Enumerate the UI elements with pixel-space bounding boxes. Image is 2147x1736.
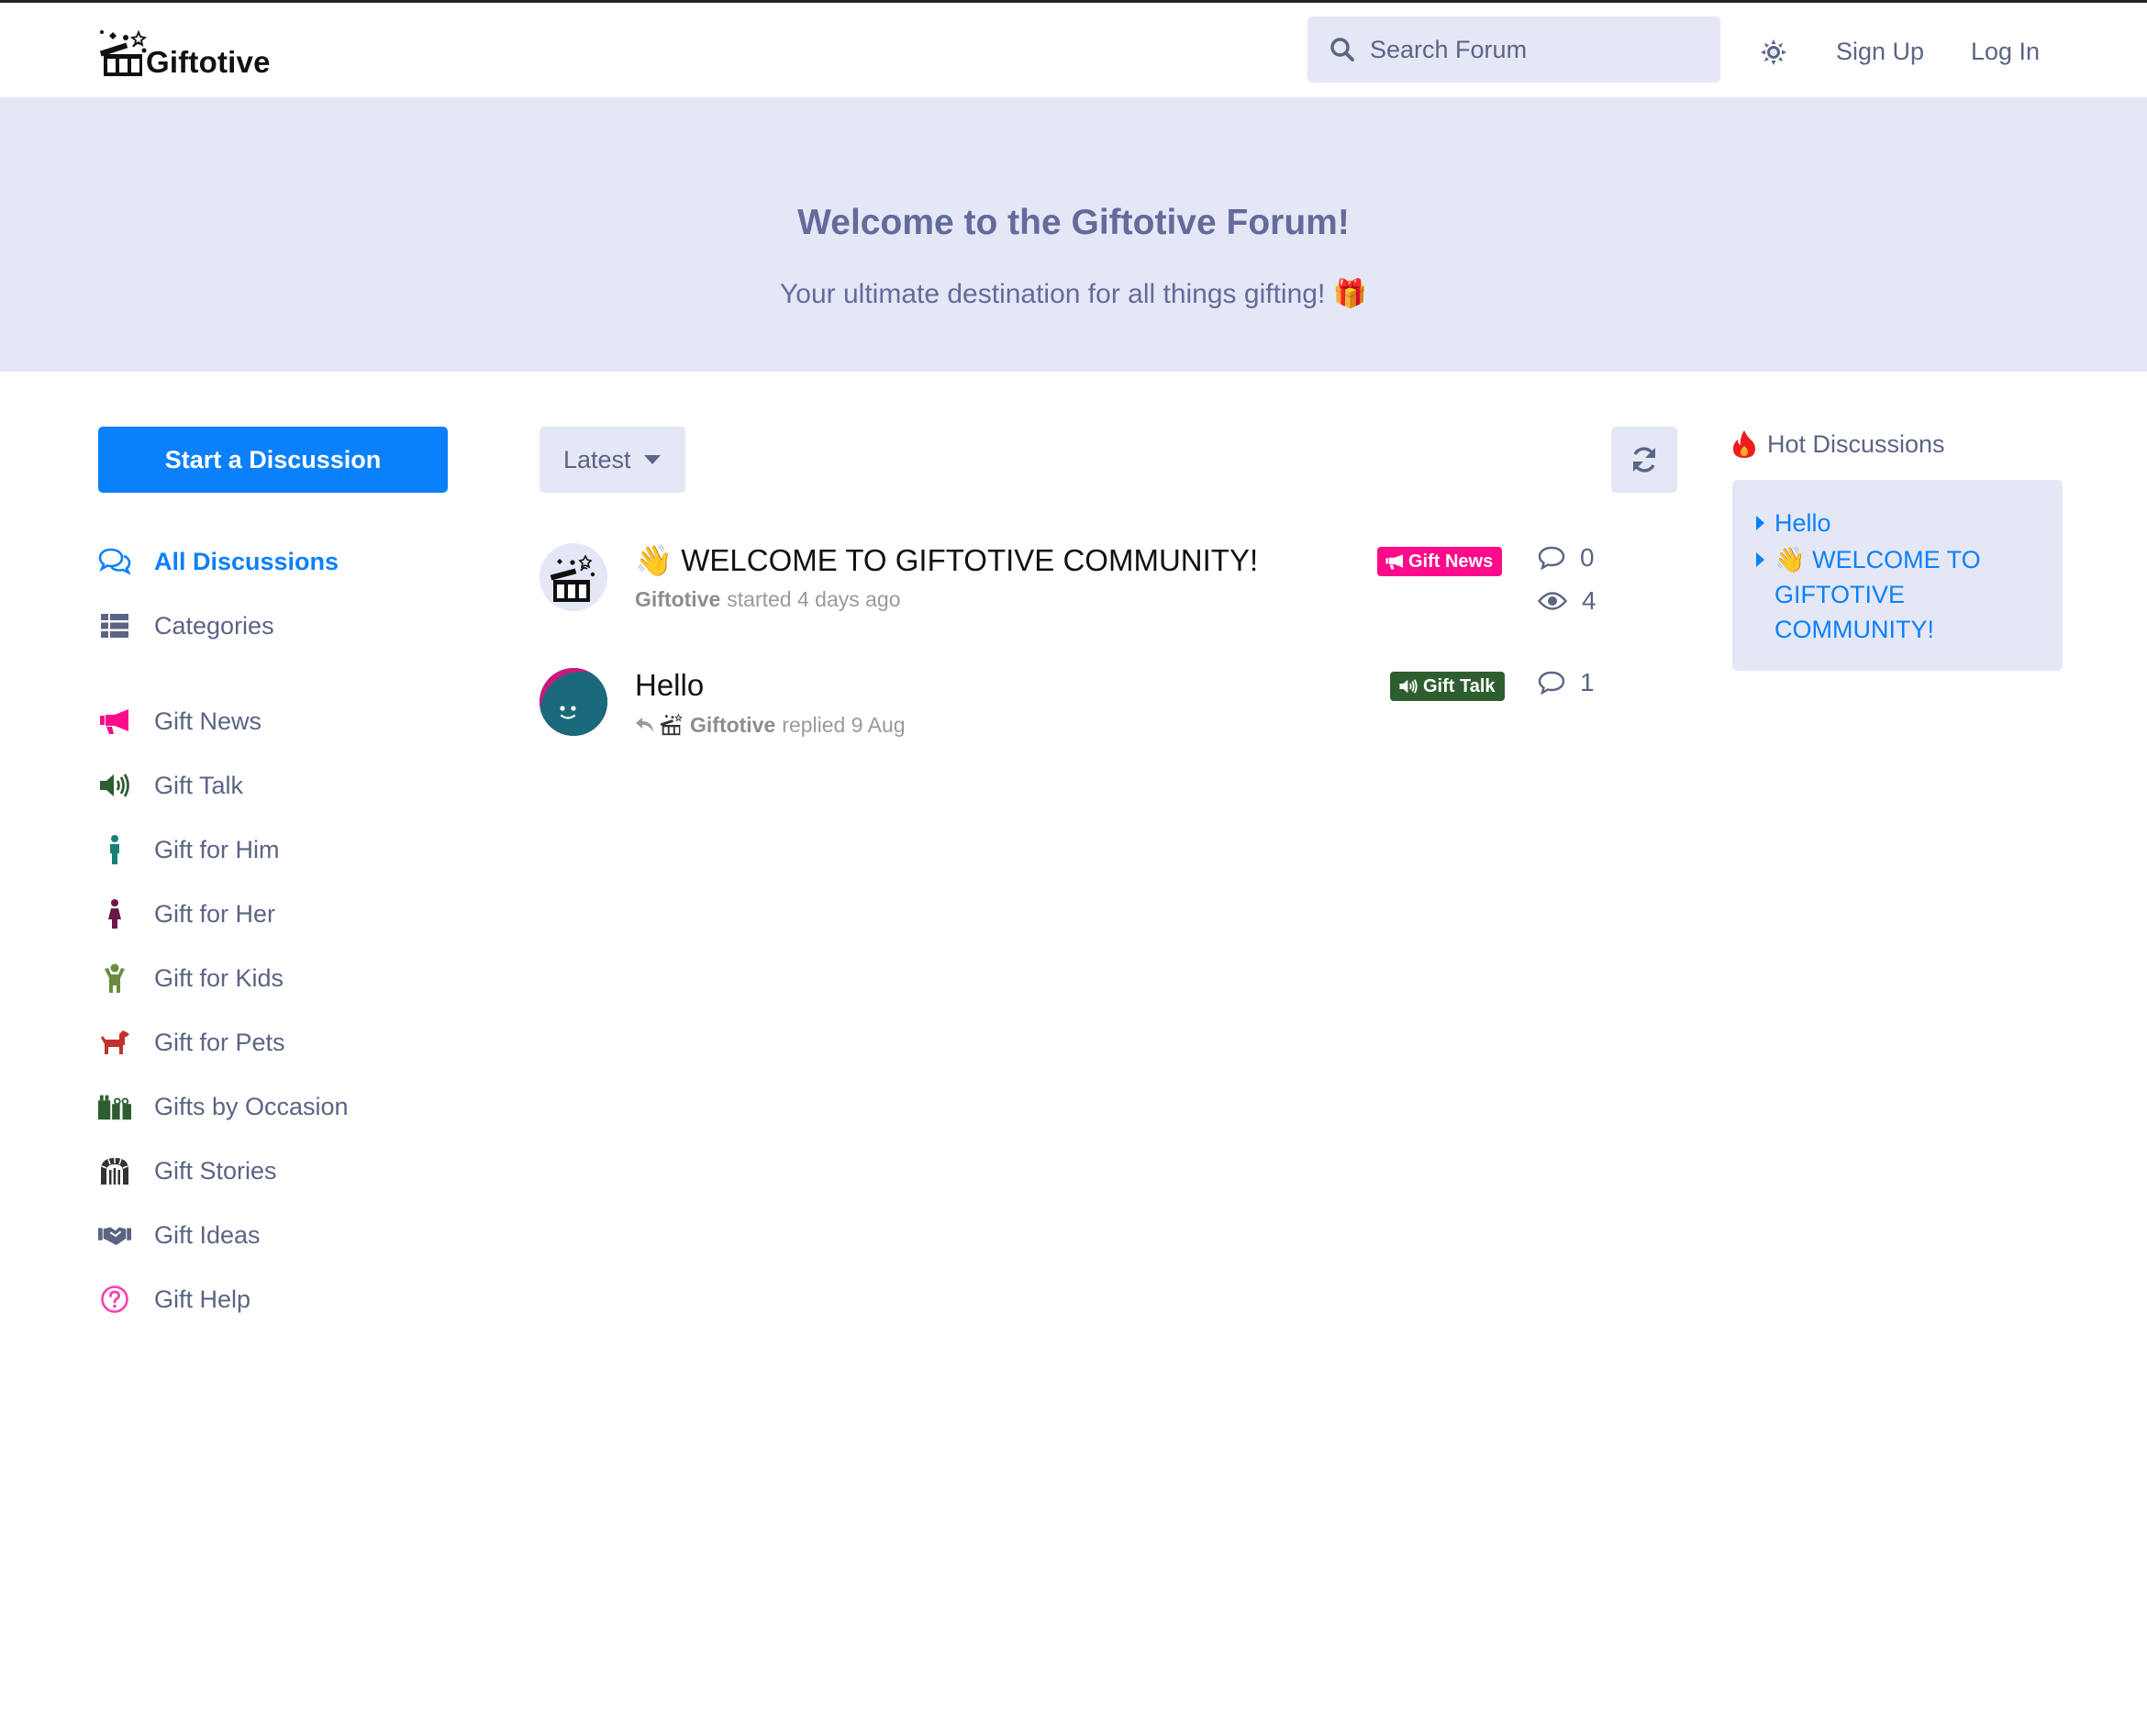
view-count: 4 bbox=[1538, 586, 1596, 616]
theme-toggle-button[interactable] bbox=[1757, 36, 1790, 69]
sidebar-item-label: All Discussions bbox=[154, 547, 339, 575]
sidebar-item-label: Gifts by Occasion bbox=[154, 1092, 349, 1120]
gifts-icon bbox=[98, 1090, 131, 1123]
sidebar-item-gift-news[interactable]: Gift News bbox=[98, 703, 261, 740]
bullhorn-icon bbox=[98, 705, 131, 738]
reply-count: 1 bbox=[1538, 668, 1595, 697]
hot-discussions-title: Hot Discussions bbox=[1767, 429, 1945, 458]
sidebar-item-gift-talk[interactable]: Gift Talk bbox=[98, 767, 243, 804]
search-icon bbox=[1326, 33, 1359, 66]
sidebar-item-label: Categories bbox=[154, 611, 274, 640]
tag-label: Gift News bbox=[1408, 551, 1494, 572]
gift-box-avatar-icon bbox=[660, 713, 683, 736]
tag-gift-news[interactable]: Gift News bbox=[1377, 547, 1503, 576]
sidebar-item-gifts-by-occasion[interactable]: Gifts by Occasion bbox=[98, 1088, 349, 1125]
search-box[interactable] bbox=[1307, 17, 1720, 83]
refresh-button[interactable] bbox=[1611, 427, 1677, 493]
fire-icon bbox=[1733, 430, 1755, 458]
tag-label: Gift Talk bbox=[1423, 675, 1496, 696]
sidebar-item-gift-ideas[interactable]: Gift Ideas bbox=[98, 1217, 261, 1253]
sidebar-item-all-discussions[interactable]: All Discussions bbox=[98, 543, 339, 580]
dog-icon bbox=[98, 1026, 131, 1059]
bullhorn-icon bbox=[1385, 554, 1403, 570]
hot-discussions-heading: Hot Discussions bbox=[1732, 429, 1945, 459]
sidebar-item-label: Gift News bbox=[154, 707, 262, 735]
sidebar-item-gift-help[interactable]: Gift Help bbox=[98, 1281, 250, 1318]
reply-count-value: 0 bbox=[1580, 543, 1595, 572]
female-icon bbox=[98, 897, 131, 930]
hot-discussion-link[interactable]: Hello bbox=[1774, 506, 2031, 540]
sort-dropdown-label: Latest bbox=[563, 445, 631, 473]
refresh-icon bbox=[1633, 447, 1655, 473]
hero-title: Welcome to the Giftotive Forum! bbox=[797, 203, 1350, 242]
hot-discussions-list: Hello 👋 WELCOME TO GIFTOTIVE COMMUNITY! bbox=[1732, 480, 2063, 671]
question-circle-icon bbox=[98, 1283, 131, 1316]
welcome-hero: Welcome to the Giftotive Forum! Your ult… bbox=[0, 97, 2147, 372]
caret-down-icon bbox=[643, 455, 661, 464]
sidebar-item-gift-for-kids[interactable]: Gift for Kids bbox=[98, 960, 284, 996]
sidebar-item-label: Gift for Kids bbox=[154, 963, 284, 992]
reply-count-value: 1 bbox=[1580, 668, 1595, 696]
site-header: Giftotive Sign Up Log In bbox=[0, 3, 2147, 97]
log-in-link[interactable]: Log In bbox=[1971, 38, 2040, 66]
avatar[interactable] bbox=[540, 543, 607, 611]
sidebar-item-gift-for-her[interactable]: Gift for Her bbox=[98, 896, 275, 932]
sort-dropdown[interactable]: Latest bbox=[540, 427, 685, 493]
discussion-row[interactable]: 👋 WELCOME TO GIFTOTIVE COMMUNITY! Giftot… bbox=[540, 543, 1596, 626]
discussion-action: started 4 days ago bbox=[727, 587, 901, 611]
discussion-title[interactable]: 👋 WELCOME TO GIFTOTIVE COMMUNITY! bbox=[635, 543, 1258, 579]
reply-count: 0 bbox=[1538, 543, 1595, 573]
sidebar-item-label: Gift for Her bbox=[154, 899, 276, 928]
site-logo[interactable]: Giftotive bbox=[98, 23, 271, 82]
child-icon bbox=[98, 962, 131, 995]
discussion-title[interactable]: Hello bbox=[635, 668, 704, 703]
discussion-action: replied 9 Aug bbox=[782, 712, 906, 737]
volume-icon bbox=[1399, 679, 1418, 694]
sidebar-item-gift-for-pets[interactable]: Gift for Pets bbox=[98, 1024, 285, 1061]
handshake-icon bbox=[98, 1219, 131, 1252]
discussion-row[interactable]: Hello Giftotive replied 9 Aug Gift Talk … bbox=[540, 668, 1595, 751]
sidebar-item-label: Gift Help bbox=[154, 1285, 251, 1313]
sidebar-item-label: Gift for Him bbox=[154, 835, 280, 863]
sidebar-item-label: Gift for Pets bbox=[154, 1028, 285, 1056]
sidebar-item-gift-stories[interactable]: Gift Stories bbox=[98, 1152, 277, 1189]
volume-icon bbox=[98, 769, 131, 802]
gift-box-logo-icon bbox=[99, 29, 148, 76]
comments-icon bbox=[98, 545, 131, 578]
caret-right-icon bbox=[1756, 552, 1764, 567]
sidebar-item-categories[interactable]: Categories bbox=[98, 607, 274, 644]
eye-icon bbox=[1538, 592, 1567, 610]
hot-discussion-item[interactable]: 👋 WELCOME TO GIFTOTIVE COMMUNITY! bbox=[1756, 542, 2041, 647]
start-discussion-button[interactable]: Start a Discussion bbox=[98, 427, 448, 493]
avatar[interactable] bbox=[540, 668, 607, 736]
hot-discussion-item[interactable]: Hello bbox=[1756, 506, 2041, 540]
hot-discussion-link[interactable]: 👋 WELCOME TO GIFTOTIVE COMMUNITY! bbox=[1774, 542, 2031, 647]
hero-subtitle: Your ultimate destination for all things… bbox=[780, 279, 1367, 309]
search-input[interactable] bbox=[1370, 35, 1700, 64]
tag-gift-talk[interactable]: Gift Talk bbox=[1390, 672, 1505, 701]
discussion-author[interactable]: Giftotive bbox=[690, 713, 775, 738]
comment-icon bbox=[1538, 671, 1565, 695]
sidebar-item-gift-for-him[interactable]: Gift for Him bbox=[98, 831, 280, 868]
discussion-author[interactable]: Giftotive bbox=[635, 587, 720, 612]
dungeon-icon bbox=[98, 1154, 131, 1187]
sidebar-item-label: Gift Stories bbox=[154, 1156, 277, 1185]
discussion-meta: Giftotive started 4 days ago bbox=[635, 587, 901, 612]
sun-icon bbox=[1761, 39, 1786, 65]
sidebar-item-label: Gift Ideas bbox=[154, 1220, 261, 1249]
male-icon bbox=[98, 833, 131, 866]
discussion-meta: Giftotive replied 9 Aug bbox=[635, 712, 906, 738]
caret-right-icon bbox=[1756, 516, 1764, 530]
reply-icon bbox=[636, 718, 653, 732]
list-icon bbox=[98, 609, 131, 642]
comment-icon bbox=[1538, 546, 1565, 570]
sidebar-item-label: Gift Talk bbox=[154, 771, 244, 799]
view-count-value: 4 bbox=[1582, 586, 1596, 615]
brand-name: Giftotive bbox=[146, 45, 271, 79]
sign-up-link[interactable]: Sign Up bbox=[1836, 38, 1924, 66]
